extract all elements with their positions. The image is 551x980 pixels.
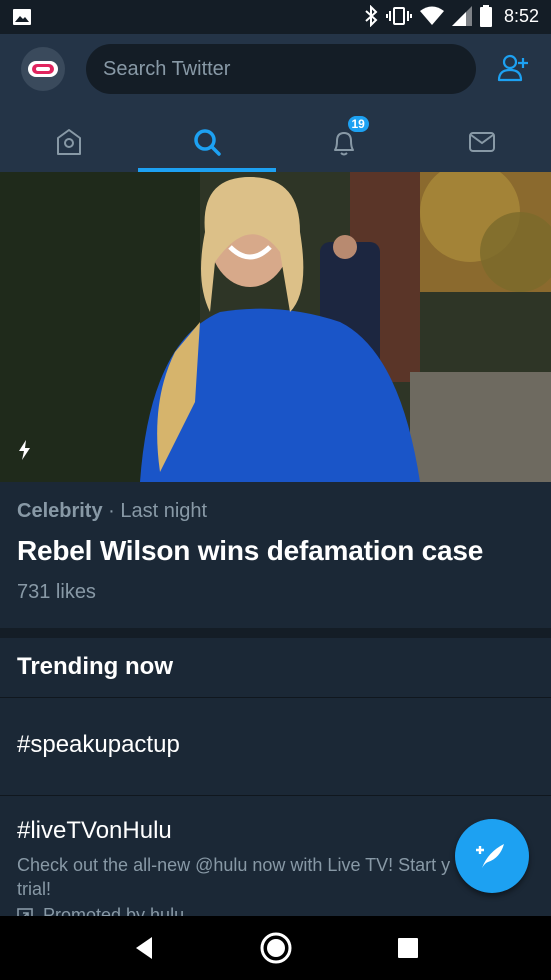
trend-description: Check out the all-new @hulu now with Liv… [17, 855, 451, 875]
story-image[interactable] [0, 172, 551, 482]
messages-tab[interactable] [413, 112, 551, 172]
home-icon [56, 129, 81, 155]
wifi-icon [419, 6, 444, 25]
notifications-tab[interactable]: 19 [276, 112, 414, 172]
compose-feather-icon [476, 844, 504, 868]
story-separator: · [102, 500, 121, 522]
vibrate-icon [385, 7, 412, 25]
home-tab[interactable] [0, 112, 138, 172]
story-photo [0, 172, 551, 482]
trend-description-line2: trial! [17, 879, 52, 899]
recents-icon[interactable] [397, 937, 419, 959]
story-meta: Celebrity · Last night [17, 500, 534, 523]
battery-icon [479, 5, 492, 27]
story-likes: 731 likes [17, 581, 96, 603]
app-header: Search Twitter 19 [0, 34, 551, 172]
notification-badge: 19 [345, 114, 371, 134]
trending-heading: Trending now [17, 653, 173, 680]
section-divider [0, 628, 551, 638]
search-placeholder: Search Twitter [103, 57, 231, 80]
clock: 8:52 [503, 5, 539, 26]
mail-icon [469, 132, 496, 152]
signal-icon [451, 6, 472, 26]
gallery-icon [13, 9, 31, 25]
search-bar[interactable]: Search Twitter [86, 44, 476, 94]
back-icon[interactable] [132, 935, 156, 961]
home-button-icon[interactable] [259, 931, 293, 965]
add-user-icon[interactable] [497, 52, 529, 84]
story-category: Celebrity [17, 500, 103, 522]
bluetooth-icon [365, 5, 378, 27]
trending-header: Trending now [0, 638, 551, 698]
story-title: Rebel Wilson wins defamation case [17, 535, 484, 566]
story-card[interactable]: Celebrity · Last night Rebel Wilson wins… [0, 482, 551, 628]
lightning-icon [19, 440, 30, 460]
status-bar: 8:52 [0, 0, 551, 34]
story-time: Last night [120, 500, 208, 522]
search-tab[interactable] [137, 112, 276, 172]
tab-bar: 19 [0, 112, 551, 172]
compose-tweet-button[interactable] [455, 819, 529, 893]
avatar[interactable] [21, 47, 65, 91]
trend-name: #liveTVonHulu [17, 817, 172, 844]
system-nav-bar [0, 916, 551, 980]
trend-name: #speakupactup [17, 731, 180, 758]
search-icon [193, 129, 221, 156]
trend-item[interactable]: #speakupactup [0, 698, 551, 796]
profile-image-icon [28, 61, 58, 77]
